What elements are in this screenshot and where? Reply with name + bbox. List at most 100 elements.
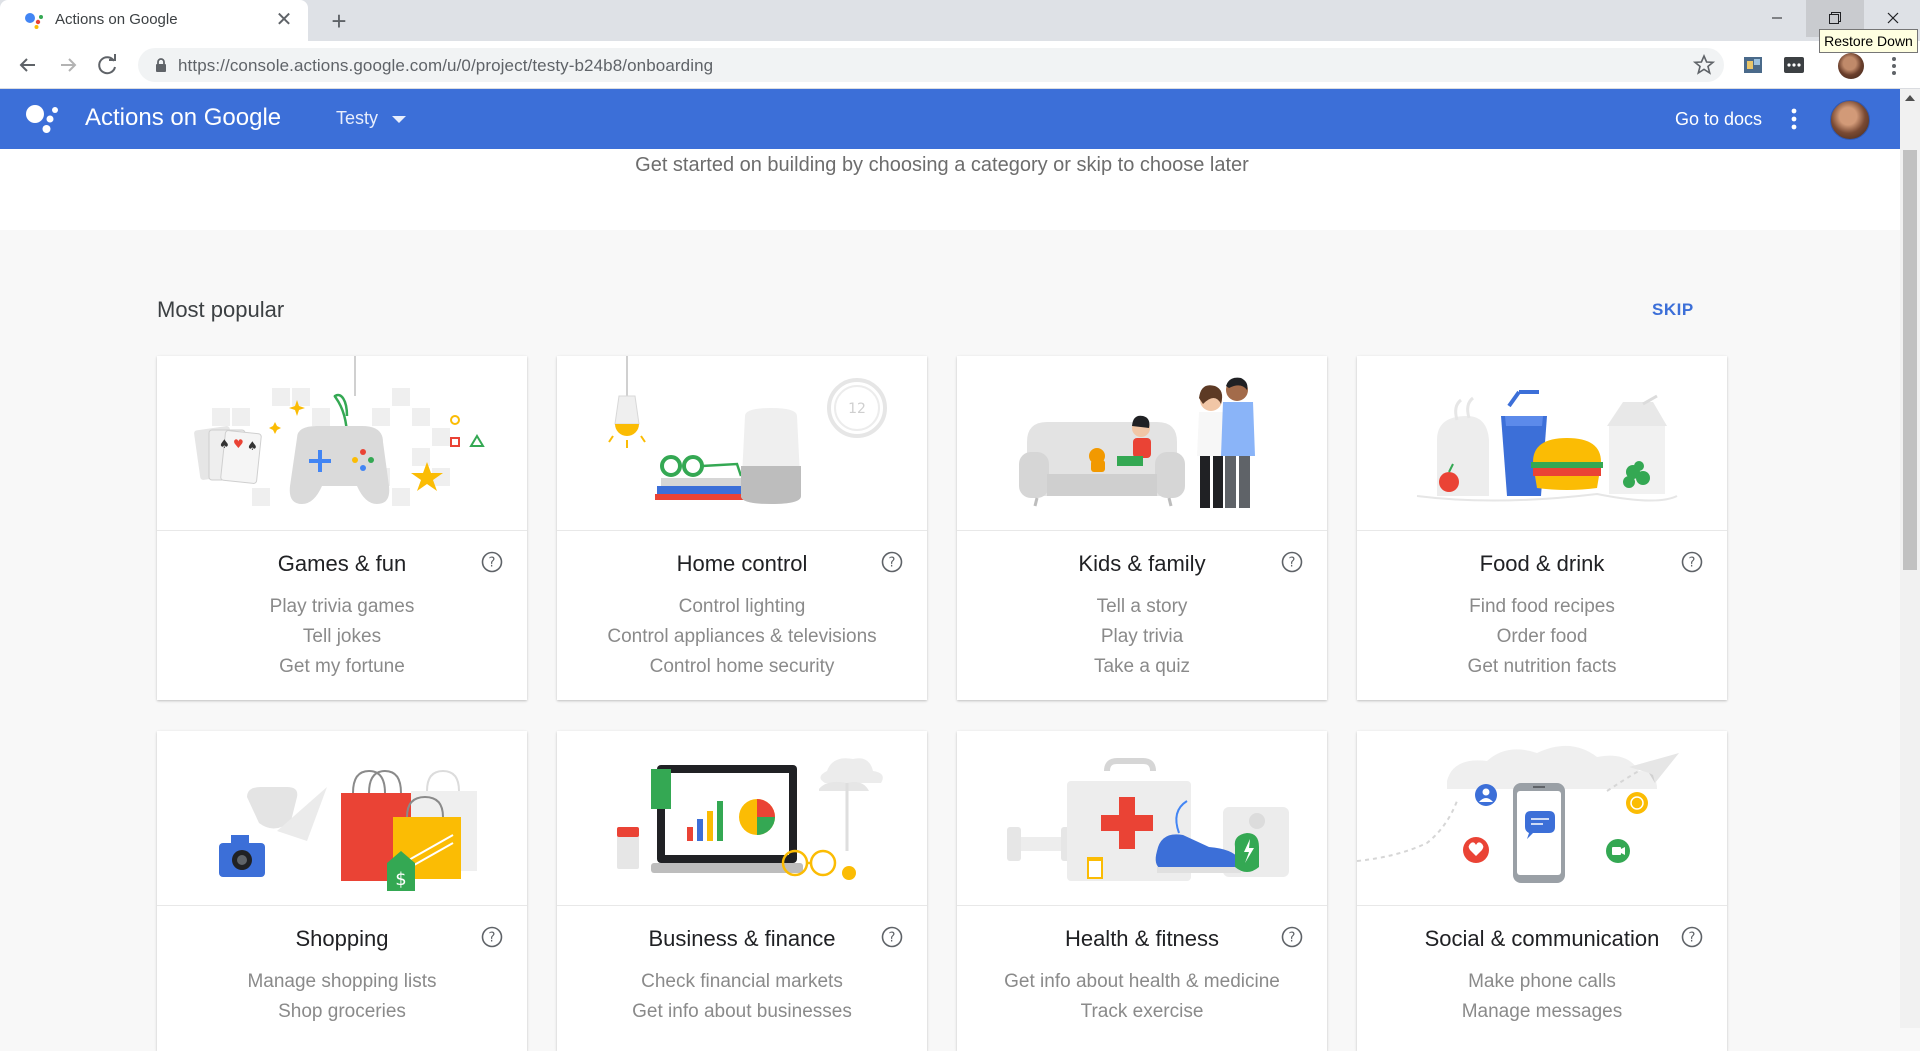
forward-arrow-icon[interactable] — [52, 49, 84, 81]
help-icon[interactable]: ? — [1281, 551, 1303, 573]
category-card-shopping[interactable]: $ Shopping ? Manage shopping lists Shop … — [157, 731, 527, 1051]
section-title: Most popular — [157, 297, 285, 322]
card-title: Social & communication — [1424, 926, 1660, 951]
card-example: Shop groceries — [278, 1001, 406, 1022]
card-example: Get info about businesses — [632, 1001, 852, 1022]
phone-chat-illustration — [1357, 745, 1727, 906]
help-icon[interactable]: ? — [1281, 926, 1303, 948]
card-example: Track exercise — [1080, 1001, 1204, 1022]
tab-title: Actions on Google — [55, 11, 178, 28]
bookmark-star-icon[interactable] — [1692, 53, 1716, 77]
card-example: Find food recipes — [1469, 596, 1615, 617]
card-example: Order food — [1496, 626, 1588, 647]
first-aid-illustration — [957, 758, 1327, 906]
help-icon[interactable]: ? — [881, 551, 903, 573]
card-example: Manage shopping lists — [247, 971, 437, 992]
page-scrollbar[interactable] — [1900, 89, 1920, 1028]
help-icon[interactable]: ? — [481, 551, 503, 573]
gamepad-illustration: ♠ ♥ ♠ — [157, 356, 527, 531]
browser-tab[interactable]: Actions on Google ✕ — [0, 0, 308, 41]
card-title: Games & fun — [277, 551, 407, 576]
profile-avatar[interactable] — [1838, 53, 1864, 79]
svg-text:♠: ♠ — [219, 437, 230, 451]
svg-text:?: ? — [889, 931, 896, 946]
svg-text:♠: ♠ — [247, 439, 258, 453]
card-example: Get nutrition facts — [1467, 656, 1617, 677]
card-example: Get info about health & medicine — [1004, 971, 1280, 992]
help-icon[interactable]: ? — [1681, 551, 1703, 573]
chrome-menu-icon[interactable] — [1884, 53, 1904, 79]
category-card-social-communication[interactable]: Social & communication ? Make phone call… — [1357, 731, 1727, 1051]
card-title: Business & finance — [648, 926, 836, 951]
card-example: Play trivia games — [269, 596, 415, 617]
category-card-home-control[interactable]: 12 Home control ? Control lighting Contr… — [557, 356, 927, 700]
svg-text:?: ? — [889, 556, 896, 571]
svg-text:?: ? — [1689, 556, 1696, 571]
card-example: Control appliances & televisions — [607, 626, 877, 647]
browser-toolbar: https://console.actions.google.com/u/0/p… — [0, 41, 1920, 89]
card-title: Home control — [676, 551, 808, 576]
category-card-games[interactable]: ♠ ♥ ♠ Games & fun ? Play trivia games Te… — [157, 356, 527, 700]
dropdown-caret-icon[interactable] — [392, 116, 406, 123]
new-tab-button[interactable]: + — [324, 6, 354, 36]
card-title: Kids & family — [1078, 551, 1206, 576]
card-example: Tell a story — [1096, 596, 1188, 617]
svg-text:12: 12 — [848, 401, 866, 417]
password-extension-icon[interactable] — [1782, 53, 1806, 77]
category-card-health-fitness[interactable]: Health & fitness ? Get info about health… — [957, 731, 1327, 1051]
shopping-bags-illustration: $ — [157, 769, 527, 906]
address-bar[interactable]: https://console.actions.google.com/u/0/p… — [138, 48, 1724, 82]
category-card-food-drink[interactable]: Food & drink ? Find food recipes Order f… — [1357, 356, 1727, 700]
burger-drink-illustration — [1357, 390, 1727, 531]
url-text[interactable]: https://console.actions.google.com/u/0/p… — [178, 56, 713, 76]
svg-text:$: $ — [395, 869, 406, 890]
browser-tabstrip: Actions on Google ✕ + — [0, 0, 1920, 41]
svg-text:?: ? — [1289, 931, 1296, 946]
smart-speaker-illustration: 12 — [557, 356, 927, 531]
help-icon[interactable]: ? — [881, 926, 903, 948]
card-example: Get my fortune — [279, 656, 405, 677]
subtitle-band: Get started on building by choosing a ca… — [0, 149, 1900, 230]
svg-text:?: ? — [1689, 931, 1696, 946]
card-example: Control lighting — [678, 596, 806, 617]
category-card-business-finance[interactable]: Business & finance ? Check financial mar… — [557, 731, 927, 1051]
scroll-up-arrow-icon[interactable] — [1905, 95, 1915, 101]
skip-button[interactable]: SKIP — [1652, 300, 1694, 320]
card-example: Play trivia — [1100, 626, 1184, 647]
card-example: Manage messages — [1461, 1001, 1623, 1022]
help-icon[interactable]: ? — [1681, 926, 1703, 948]
family-illustration — [957, 377, 1327, 531]
card-title: Shopping — [295, 926, 389, 951]
tab-close-icon[interactable]: ✕ — [272, 8, 296, 32]
svg-text:♥: ♥ — [233, 437, 244, 451]
assistant-logo-icon — [26, 105, 58, 133]
card-title: Health & fitness — [1064, 926, 1220, 951]
assistant-favicon-icon — [25, 13, 43, 29]
account-avatar[interactable] — [1830, 100, 1870, 140]
laptop-chart-illustration — [557, 758, 927, 906]
card-example: Make phone calls — [1468, 971, 1616, 992]
card-title: Food & drink — [1479, 551, 1605, 576]
category-card-kids-family[interactable]: Kids & family ? Tell a story Play trivia… — [957, 356, 1327, 700]
card-example: Check financial markets — [641, 971, 843, 992]
card-example: Control home security — [649, 656, 835, 677]
back-arrow-icon[interactable] — [12, 49, 44, 81]
project-selector[interactable]: Testy — [336, 108, 378, 129]
svg-text:?: ? — [489, 931, 496, 946]
card-example: Tell jokes — [302, 626, 382, 647]
svg-text:?: ? — [489, 556, 496, 571]
page-subtitle: Get started on building by choosing a ca… — [635, 154, 1249, 176]
minimize-window-icon[interactable] — [1748, 0, 1806, 37]
restore-down-tooltip: Restore Down — [1819, 29, 1918, 53]
extension-icon[interactable] — [1741, 53, 1765, 77]
reload-icon[interactable] — [92, 49, 124, 81]
go-to-docs-link[interactable]: Go to docs — [1675, 109, 1762, 130]
more-menu-icon[interactable] — [1784, 105, 1804, 133]
help-icon[interactable]: ? — [481, 926, 503, 948]
app-title[interactable]: Actions on Google — [85, 104, 281, 132]
svg-text:?: ? — [1289, 556, 1296, 571]
lock-icon — [156, 58, 166, 72]
app-header: Actions on Google Testy Go to docs — [0, 89, 1900, 149]
scrollbar-thumb[interactable] — [1903, 150, 1917, 570]
card-example: Take a quiz — [1093, 656, 1191, 677]
